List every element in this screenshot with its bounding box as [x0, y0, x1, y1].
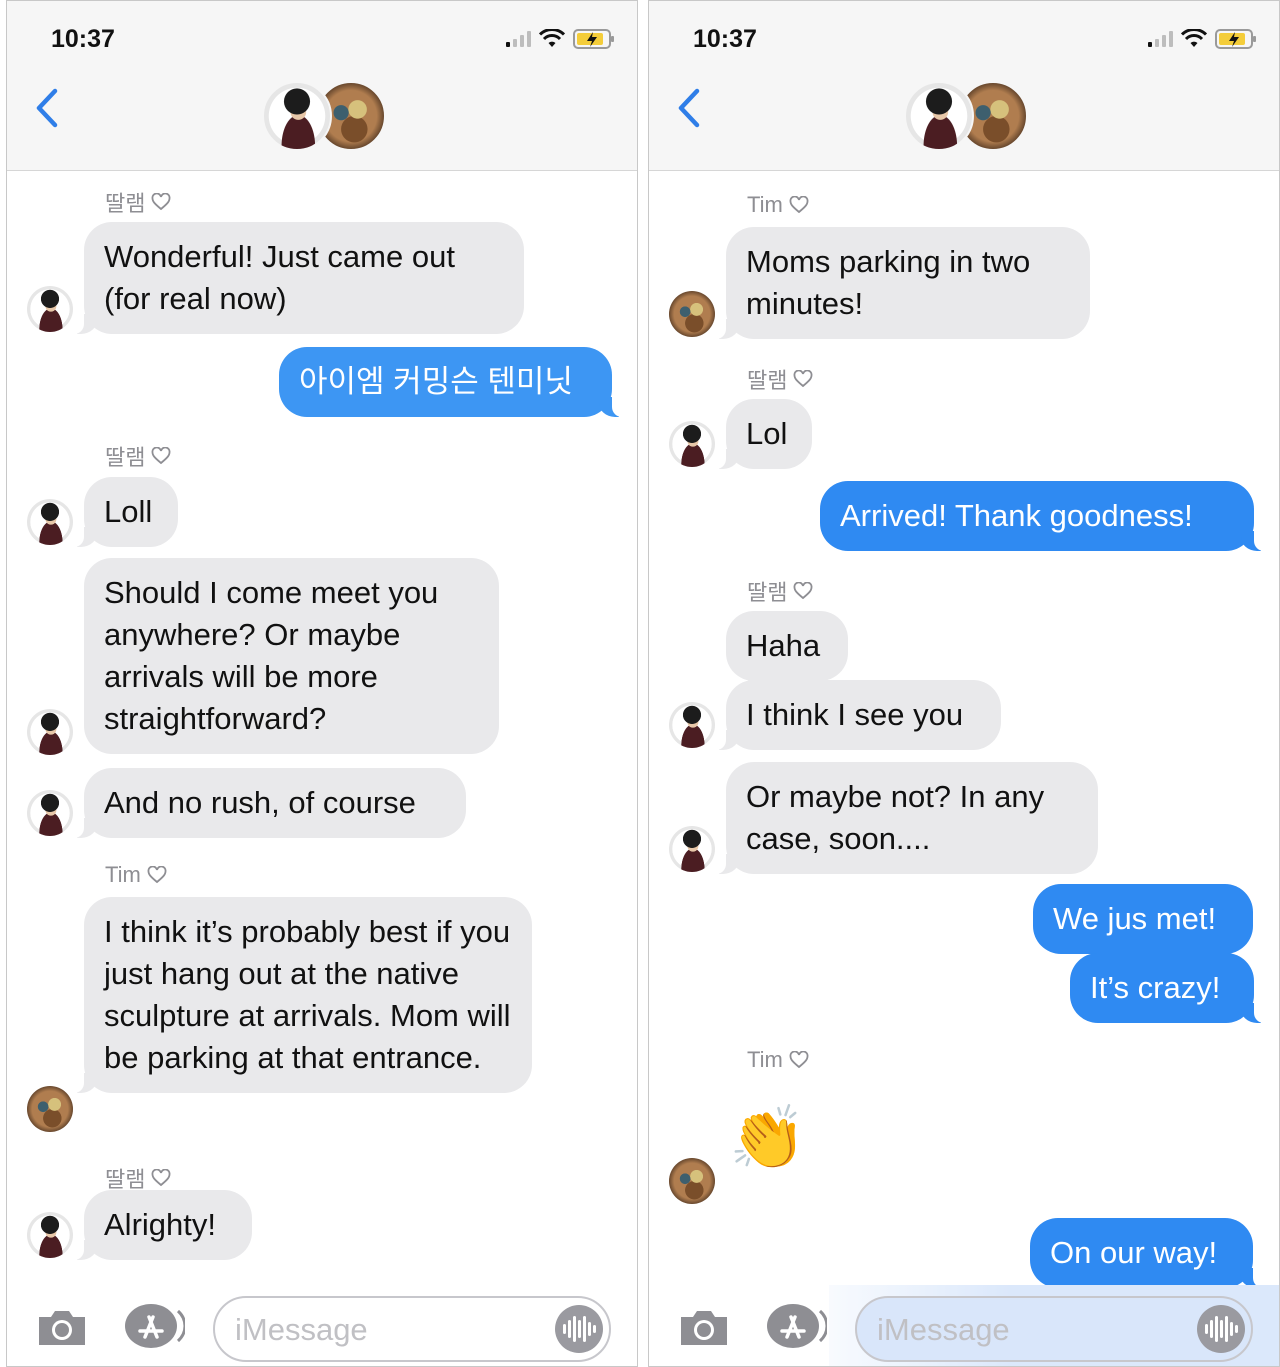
avatar: [904, 81, 974, 151]
sender-name: Tim: [747, 192, 809, 218]
avatar: [669, 291, 715, 337]
sender-label: Tim: [747, 192, 783, 217]
avatar: [27, 1086, 73, 1132]
status-icons: [1148, 29, 1257, 49]
heart-icon: [152, 193, 171, 211]
message-list: 딸램 Wonderful! Just came out (for real no…: [7, 172, 637, 1284]
message-bubble-incoming[interactable]: Loll: [72, 477, 178, 547]
message-bubble-outgoing[interactable]: It’s crazy!: [1070, 953, 1266, 1023]
avatar: [669, 1158, 715, 1204]
avatar: [27, 1212, 73, 1258]
message-input[interactable]: [235, 1310, 535, 1350]
heart-icon: [152, 1169, 171, 1187]
conversation-screen-left: 10:37 딸램 Wonderful! Just came out (for r…: [6, 0, 638, 1367]
heart-icon: [789, 196, 809, 214]
heart-icon: [152, 447, 171, 465]
message-bubble-incoming[interactable]: Wonderful! Just came out (for real now): [72, 222, 524, 334]
sender-name: 딸램: [747, 363, 813, 395]
group-avatars[interactable]: [904, 81, 1034, 151]
audio-waveform-icon[interactable]: [555, 1305, 603, 1353]
sender-label: 딸램: [105, 445, 146, 470]
heart-icon: [789, 1051, 809, 1069]
chevron-left-icon[interactable]: [671, 87, 707, 129]
sender-name: Tim: [105, 862, 167, 888]
avatar: [27, 286, 73, 332]
message-bubble-outgoing[interactable]: On our way!: [1030, 1218, 1265, 1288]
message-bubble-outgoing[interactable]: 아이엠 커밍슨 텐미닛: [279, 347, 624, 417]
status-icons: [506, 29, 615, 49]
sender-label: Tim: [105, 862, 141, 887]
camera-icon[interactable]: [35, 1307, 89, 1347]
conversation-header: 10:37: [649, 1, 1279, 171]
conversation-header: 10:37: [7, 1, 637, 171]
app-store-icon[interactable]: [123, 1303, 185, 1349]
cellular-signal-icon: [506, 31, 531, 47]
sender-name: 딸램: [747, 575, 813, 607]
avatar: [27, 790, 73, 836]
heart-icon: [794, 370, 813, 388]
sender-label: 딸램: [747, 580, 788, 605]
message-input-field[interactable]: [855, 1296, 1253, 1362]
group-avatars[interactable]: [262, 81, 392, 151]
camera-icon[interactable]: [677, 1307, 731, 1347]
sender-label: 딸램: [105, 191, 146, 216]
heart-icon: [147, 866, 167, 884]
message-bubble-incoming[interactable]: And no rush, of course: [72, 768, 466, 838]
wifi-icon: [539, 29, 565, 47]
battery-charging-icon: [573, 29, 614, 49]
compose-bar: [649, 1285, 1279, 1366]
message-bubble-incoming[interactable]: Alrighty!: [72, 1190, 252, 1260]
message-bubble-incoming[interactable]: I think I see you: [714, 680, 1001, 750]
sender-name: 딸램: [105, 440, 171, 472]
cellular-signal-icon: [1148, 31, 1173, 47]
audio-waveform-icon[interactable]: [1197, 1305, 1245, 1353]
sender-name: 딸램: [105, 186, 171, 218]
message-input[interactable]: [877, 1310, 1177, 1350]
avatar: [262, 81, 332, 151]
chevron-left-icon[interactable]: [29, 87, 65, 129]
message-bubble-incoming[interactable]: Moms parking in two minutes!: [714, 227, 1090, 339]
clapping-hands-emoji[interactable]: 👏: [729, 1104, 806, 1174]
sender-label: Tim: [747, 1047, 783, 1072]
message-list: Tim Moms parking in two minutes! 딸램 Lol …: [649, 172, 1279, 1288]
avatar: [669, 702, 715, 748]
status-time: 10:37: [693, 25, 757, 53]
message-input-field[interactable]: [213, 1296, 611, 1362]
avatar: [27, 499, 73, 545]
avatar: [27, 709, 73, 755]
message-bubble-incoming[interactable]: Or maybe not? In any case, soon....: [714, 762, 1098, 874]
battery-charging-icon: [1215, 29, 1256, 49]
avatar: [669, 421, 715, 467]
heart-icon: [794, 582, 813, 600]
message-bubble-outgoing[interactable]: We jus met!: [1033, 884, 1253, 954]
message-bubble-incoming[interactable]: Lol: [714, 399, 812, 469]
compose-bar: [7, 1285, 637, 1366]
sender-label: 딸램: [747, 368, 788, 393]
conversation-screen-right: 10:37 Tim Moms parking in two minutes! 딸…: [648, 0, 1280, 1367]
status-time: 10:37: [51, 25, 115, 53]
app-store-icon[interactable]: [765, 1303, 827, 1349]
message-bubble-incoming[interactable]: I think it’s probably best if you just h…: [72, 897, 532, 1093]
wifi-icon: [1181, 29, 1207, 47]
sender-name: Tim: [747, 1047, 809, 1073]
message-bubble-incoming[interactable]: Haha: [726, 611, 848, 681]
message-bubble-incoming[interactable]: Should I come meet you anywhere? Or mayb…: [84, 558, 499, 754]
avatar: [669, 826, 715, 872]
message-bubble-outgoing[interactable]: Arrived! Thank goodness!: [820, 481, 1266, 551]
